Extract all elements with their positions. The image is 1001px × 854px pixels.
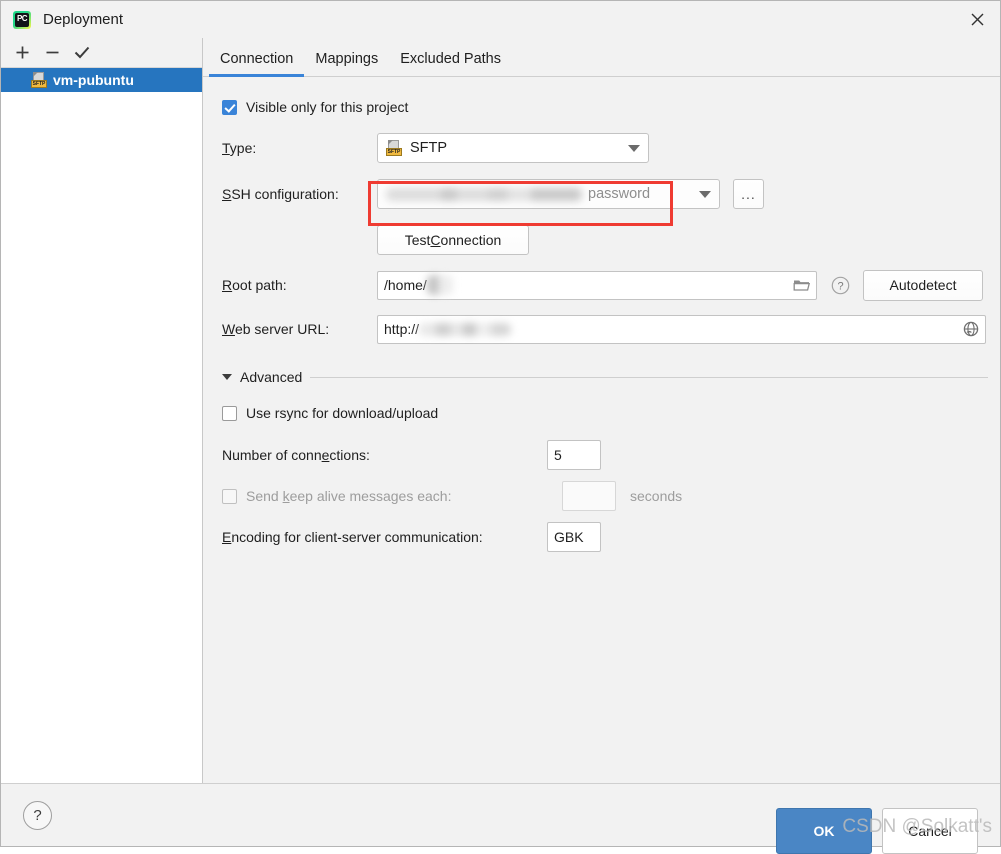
encoding-row: Encoding for client-server communication… (203, 517, 1000, 557)
root-path-value: /home/ (384, 277, 427, 293)
list-item[interactable]: SFTP vm-pubuntu (1, 68, 202, 92)
folder-icon[interactable] (793, 278, 810, 292)
visible-only-row: Visible only for this project (203, 95, 1000, 119)
encoding-value: GBK (554, 529, 584, 545)
settings-panel: Connection Mappings Excluded Paths Visib… (203, 38, 1000, 783)
title-bar: PC Deployment (1, 1, 1000, 38)
type-value: SFTP (410, 140, 448, 156)
pycharm-icon-label: PC (16, 13, 28, 23)
list-item-label: vm-pubuntu (53, 72, 134, 88)
type-label: Type: (222, 140, 257, 156)
connection-form: Visible only for this project Type: SFTP… (203, 77, 1000, 783)
use-rsync-label: Use rsync for download/upload (246, 405, 439, 421)
root-path-input[interactable]: /home/ (377, 270, 817, 300)
use-rsync-row: Use rsync for download/upload (203, 397, 1000, 429)
help-button[interactable]: ? (23, 800, 52, 830)
encoding-input[interactable]: GBK (547, 522, 601, 552)
web-server-url-value: http:// (384, 321, 420, 337)
root-path-value-redacted (426, 275, 453, 295)
use-rsync-checkbox[interactable] (222, 405, 237, 421)
advanced-section-header[interactable]: Advanced (203, 369, 1000, 385)
test-connection-row: Test Connection (203, 217, 1000, 263)
server-list: SFTP vm-pubuntu (1, 68, 202, 783)
root-path-row: Root path: /home/ ? Autodetect (203, 263, 1000, 307)
footer-actions: OK Cancel (776, 808, 978, 854)
cancel-button[interactable]: Cancel (882, 808, 978, 854)
visible-only-label: Visible only for this project (246, 99, 409, 115)
section-divider (310, 376, 988, 378)
keep-alive-input[interactable] (562, 481, 616, 511)
web-server-url-value-redacted (419, 322, 512, 336)
web-server-url-input[interactable]: http:// (377, 314, 986, 344)
ssh-configuration-row: SSH configuration: password ... (203, 171, 1000, 217)
sftp-type-icon-label: SFTP (386, 148, 402, 156)
root-path-label: Root path: (222, 277, 287, 293)
dialog-footer: ? OK Cancel CSDN @Solkatt's (1, 783, 1000, 854)
ssh-configuration-value-redacted (386, 187, 582, 201)
number-of-connections-input[interactable]: 5 (547, 440, 601, 470)
ssh-configuration-auth-type: password (588, 186, 651, 202)
type-row: Type: SFTP SFTP (203, 125, 1000, 171)
ok-button[interactable]: OK (776, 808, 872, 854)
encoding-label: Encoding for client-server communication… (222, 529, 483, 545)
globe-icon[interactable] (963, 321, 979, 337)
window-title: Deployment (43, 11, 124, 28)
advanced-label: Advanced (240, 369, 303, 385)
sftp-type-icon: SFTP (386, 140, 402, 156)
servers-panel: SFTP vm-pubuntu (1, 38, 203, 783)
visible-only-checkbox[interactable] (222, 99, 237, 115)
chevron-down-icon (222, 374, 232, 380)
keep-alive-unit-label: seconds (630, 488, 683, 504)
dialog-body: SFTP vm-pubuntu Connection Mappings Excl… (1, 38, 1000, 783)
number-of-connections-label: Number of connections: (222, 447, 370, 463)
chevron-down-icon (699, 190, 711, 198)
remove-button[interactable] (37, 40, 67, 66)
apply-default-button[interactable] (67, 40, 97, 66)
deployment-dialog: PC Deployment SFTP vm-pubuntu Connection… (0, 0, 1001, 854)
tab-excluded-paths[interactable]: Excluded Paths (389, 51, 512, 76)
type-combobox[interactable]: SFTP SFTP (377, 133, 649, 163)
sftp-server-icon: SFTP (31, 72, 47, 88)
keep-alive-row: Send keep alive messages each: seconds (203, 475, 1000, 517)
close-icon[interactable] (954, 1, 1000, 38)
tab-mappings[interactable]: Mappings (304, 51, 389, 76)
web-server-url-label: Web server URL: (222, 321, 330, 337)
svg-text:?: ? (837, 280, 843, 292)
ssh-configuration-combobox[interactable]: password (377, 179, 720, 209)
chevron-down-icon (628, 144, 640, 152)
help-icon[interactable]: ? (831, 276, 850, 295)
autodetect-button[interactable]: Autodetect (863, 269, 983, 301)
test-connection-button[interactable]: Test Connection (377, 225, 529, 255)
pycharm-icon: PC (13, 10, 31, 29)
add-button[interactable] (7, 40, 37, 66)
keep-alive-label: Send keep alive messages each: (246, 488, 452, 504)
web-server-url-row: Web server URL: http:// (203, 307, 1000, 351)
number-of-connections-value: 5 (554, 447, 562, 463)
number-of-connections-row: Number of connections: 5 (203, 435, 1000, 475)
sftp-icon-label: SFTP (31, 80, 47, 88)
ssh-configuration-browse-button[interactable]: ... (733, 179, 764, 209)
servers-toolbar (1, 38, 202, 68)
ssh-configuration-label: SSH configuration: (222, 186, 339, 202)
tab-connection[interactable]: Connection (209, 51, 305, 77)
keep-alive-checkbox[interactable] (222, 488, 237, 504)
tab-bar: Connection Mappings Excluded Paths (203, 38, 1000, 77)
